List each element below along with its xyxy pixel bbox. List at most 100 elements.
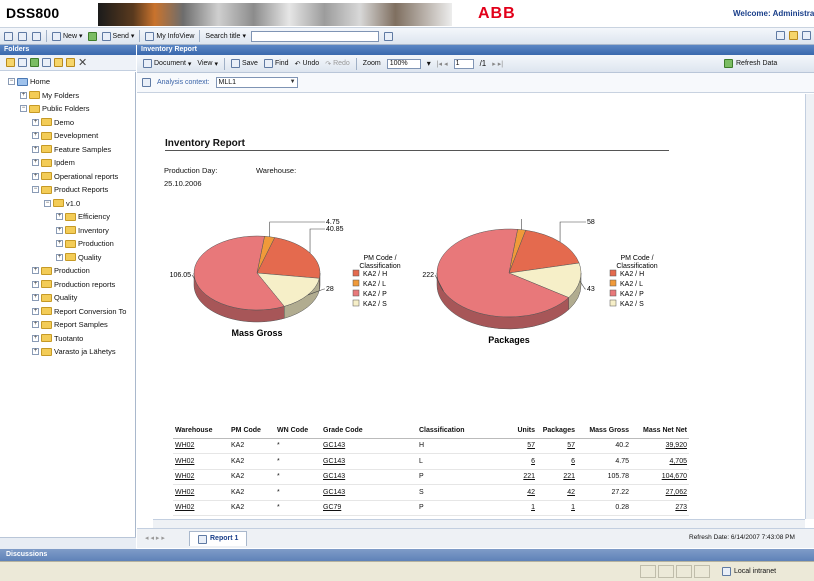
- prev-page-icon[interactable]: ◂: [444, 60, 448, 68]
- find-button[interactable]: Find: [263, 59, 289, 68]
- table-cell[interactable]: GC143: [321, 469, 405, 485]
- expand-icon[interactable]: +: [20, 91, 27, 99]
- redo-button[interactable]: ↷ Redo: [325, 60, 350, 68]
- tree-node[interactable]: − Home: [8, 75, 50, 88]
- table-cell[interactable]: 6: [501, 453, 537, 470]
- table-cell[interactable]: 104,670: [631, 469, 689, 485]
- table-cell[interactable]: GC143: [321, 484, 405, 501]
- expand-icon[interactable]: +: [32, 145, 39, 153]
- table-cell[interactable]: 1: [537, 500, 577, 516]
- tree-node[interactable]: + Report Conversion To: [32, 305, 126, 318]
- column-header[interactable]: Classification: [417, 424, 501, 439]
- first-page-icon[interactable]: |◂: [437, 60, 442, 68]
- view-menu[interactable]: View ▾: [197, 60, 218, 68]
- properties-icon[interactable]: [18, 58, 27, 67]
- folder-tree-hscrollbar[interactable]: [0, 537, 136, 549]
- table-cell[interactable]: 273: [631, 500, 689, 516]
- tree-node[interactable]: − v1.0: [44, 197, 80, 210]
- table-cell[interactable]: WH02: [173, 500, 229, 516]
- copy-icon[interactable]: [42, 58, 51, 67]
- tree-node[interactable]: + Production: [32, 264, 90, 277]
- report-vscrollbar[interactable]: [805, 94, 814, 519]
- expand-icon[interactable]: +: [56, 253, 63, 261]
- column-header[interactable]: Mass Net Net: [631, 424, 689, 439]
- collapse-icon[interactable]: −: [20, 105, 27, 112]
- tree-node[interactable]: − Product Reports: [32, 183, 108, 196]
- expand-icon[interactable]: +: [32, 280, 39, 288]
- expand-icon[interactable]: +: [32, 132, 39, 139]
- expand-icon[interactable]: +: [56, 240, 63, 247]
- undo-button[interactable]: ↶ Undo: [295, 60, 320, 68]
- column-header[interactable]: Packages: [537, 424, 577, 439]
- move-icon[interactable]: [54, 58, 63, 67]
- table-cell[interactable]: 39,920: [631, 438, 689, 454]
- tree-node[interactable]: + Quality: [32, 291, 77, 304]
- table-cell[interactable]: 221: [501, 469, 537, 485]
- expand-icon[interactable]: +: [56, 213, 63, 220]
- refresh-icon[interactable]: [87, 31, 97, 41]
- expand-icon[interactable]: +: [32, 307, 39, 315]
- tree-node[interactable]: + Operational reports: [32, 170, 118, 183]
- refresh-folders-icon[interactable]: [30, 58, 39, 67]
- tree-node[interactable]: + Ipdem: [32, 156, 75, 169]
- document-menu[interactable]: Document ▾: [143, 59, 191, 68]
- tree-node[interactable]: + Inventory: [56, 224, 109, 237]
- table-cell[interactable]: 221: [537, 469, 577, 485]
- tree-node[interactable]: − Public Folders: [20, 102, 90, 115]
- paste-icon[interactable]: [66, 58, 75, 67]
- table-cell[interactable]: WH02: [173, 484, 229, 501]
- zoom-dropdown-icon[interactable]: ▾: [427, 59, 431, 68]
- column-header[interactable]: Mass Gross: [577, 424, 631, 439]
- tree-node[interactable]: + Production reports: [32, 278, 115, 291]
- table-cell[interactable]: 4,705: [631, 453, 689, 470]
- tree-node[interactable]: + My Folders: [20, 89, 79, 102]
- search-title-dropdown[interactable]: Search title ▾: [205, 32, 246, 41]
- table-cell[interactable]: 1: [501, 500, 537, 516]
- column-header[interactable]: PM Code: [229, 424, 275, 439]
- tree-node[interactable]: + Development: [32, 129, 98, 142]
- refresh-data-button[interactable]: Refresh Data: [724, 59, 777, 68]
- expand-icon[interactable]: +: [32, 334, 39, 342]
- search-input[interactable]: [250, 30, 379, 42]
- table-cell[interactable]: 57: [501, 438, 537, 454]
- tree-node[interactable]: + Production: [56, 237, 114, 250]
- search-go-icon[interactable]: [383, 31, 393, 41]
- column-header[interactable]: Grade Code: [321, 424, 405, 439]
- tab-report-1[interactable]: Report 1: [189, 531, 248, 546]
- tree-node[interactable]: + Tuotanto: [32, 332, 83, 345]
- expand-icon[interactable]: +: [32, 321, 39, 328]
- tree-node[interactable]: + Efficiency: [56, 210, 110, 223]
- table-cell[interactable]: 42: [537, 484, 577, 501]
- column-header[interactable]: [405, 424, 417, 439]
- expand-icon[interactable]: +: [32, 172, 39, 180]
- save-button[interactable]: Save: [230, 59, 258, 68]
- table-cell[interactable]: 27,062: [631, 484, 689, 501]
- collapse-icon[interactable]: −: [8, 78, 15, 85]
- table-cell[interactable]: GC143: [321, 438, 405, 454]
- table-cell[interactable]: WH02: [173, 438, 229, 454]
- tree-node[interactable]: + Feature Samples: [32, 143, 111, 156]
- table-cell[interactable]: GC143: [321, 453, 405, 470]
- tree-node[interactable]: + Quality: [56, 251, 101, 264]
- send-button[interactable]: Send ▾: [101, 31, 134, 41]
- preferences-icon[interactable]: [4, 31, 13, 41]
- zoom-select[interactable]: 100%: [386, 58, 421, 69]
- expand-icon[interactable]: +: [32, 118, 39, 126]
- detail-view-icon[interactable]: [32, 31, 41, 41]
- column-header[interactable]: Warehouse: [173, 424, 229, 439]
- new-folder-icon[interactable]: [6, 58, 15, 67]
- expand-icon[interactable]: +: [32, 294, 39, 301]
- collapse-icon[interactable]: −: [32, 186, 39, 193]
- table-cell[interactable]: 6: [537, 453, 577, 470]
- page-number-input[interactable]: 1: [453, 58, 474, 69]
- filter-icon[interactable]: [142, 78, 151, 87]
- report-hscrollbar[interactable]: [153, 519, 805, 528]
- tab-scroll-arrows[interactable]: ◂ ◂ ▸ ▸: [145, 534, 165, 542]
- table-cell[interactable]: WH02: [173, 453, 229, 470]
- myinfoview-button[interactable]: My InfoView: [145, 31, 194, 41]
- column-header[interactable]: WN Code: [275, 424, 321, 439]
- tree-node[interactable]: + Varasto ja Lähetys: [32, 345, 116, 358]
- table-cell[interactable]: GC79: [321, 500, 405, 516]
- expand-icon[interactable]: +: [32, 348, 39, 355]
- logoff-icon[interactable]: [802, 31, 811, 40]
